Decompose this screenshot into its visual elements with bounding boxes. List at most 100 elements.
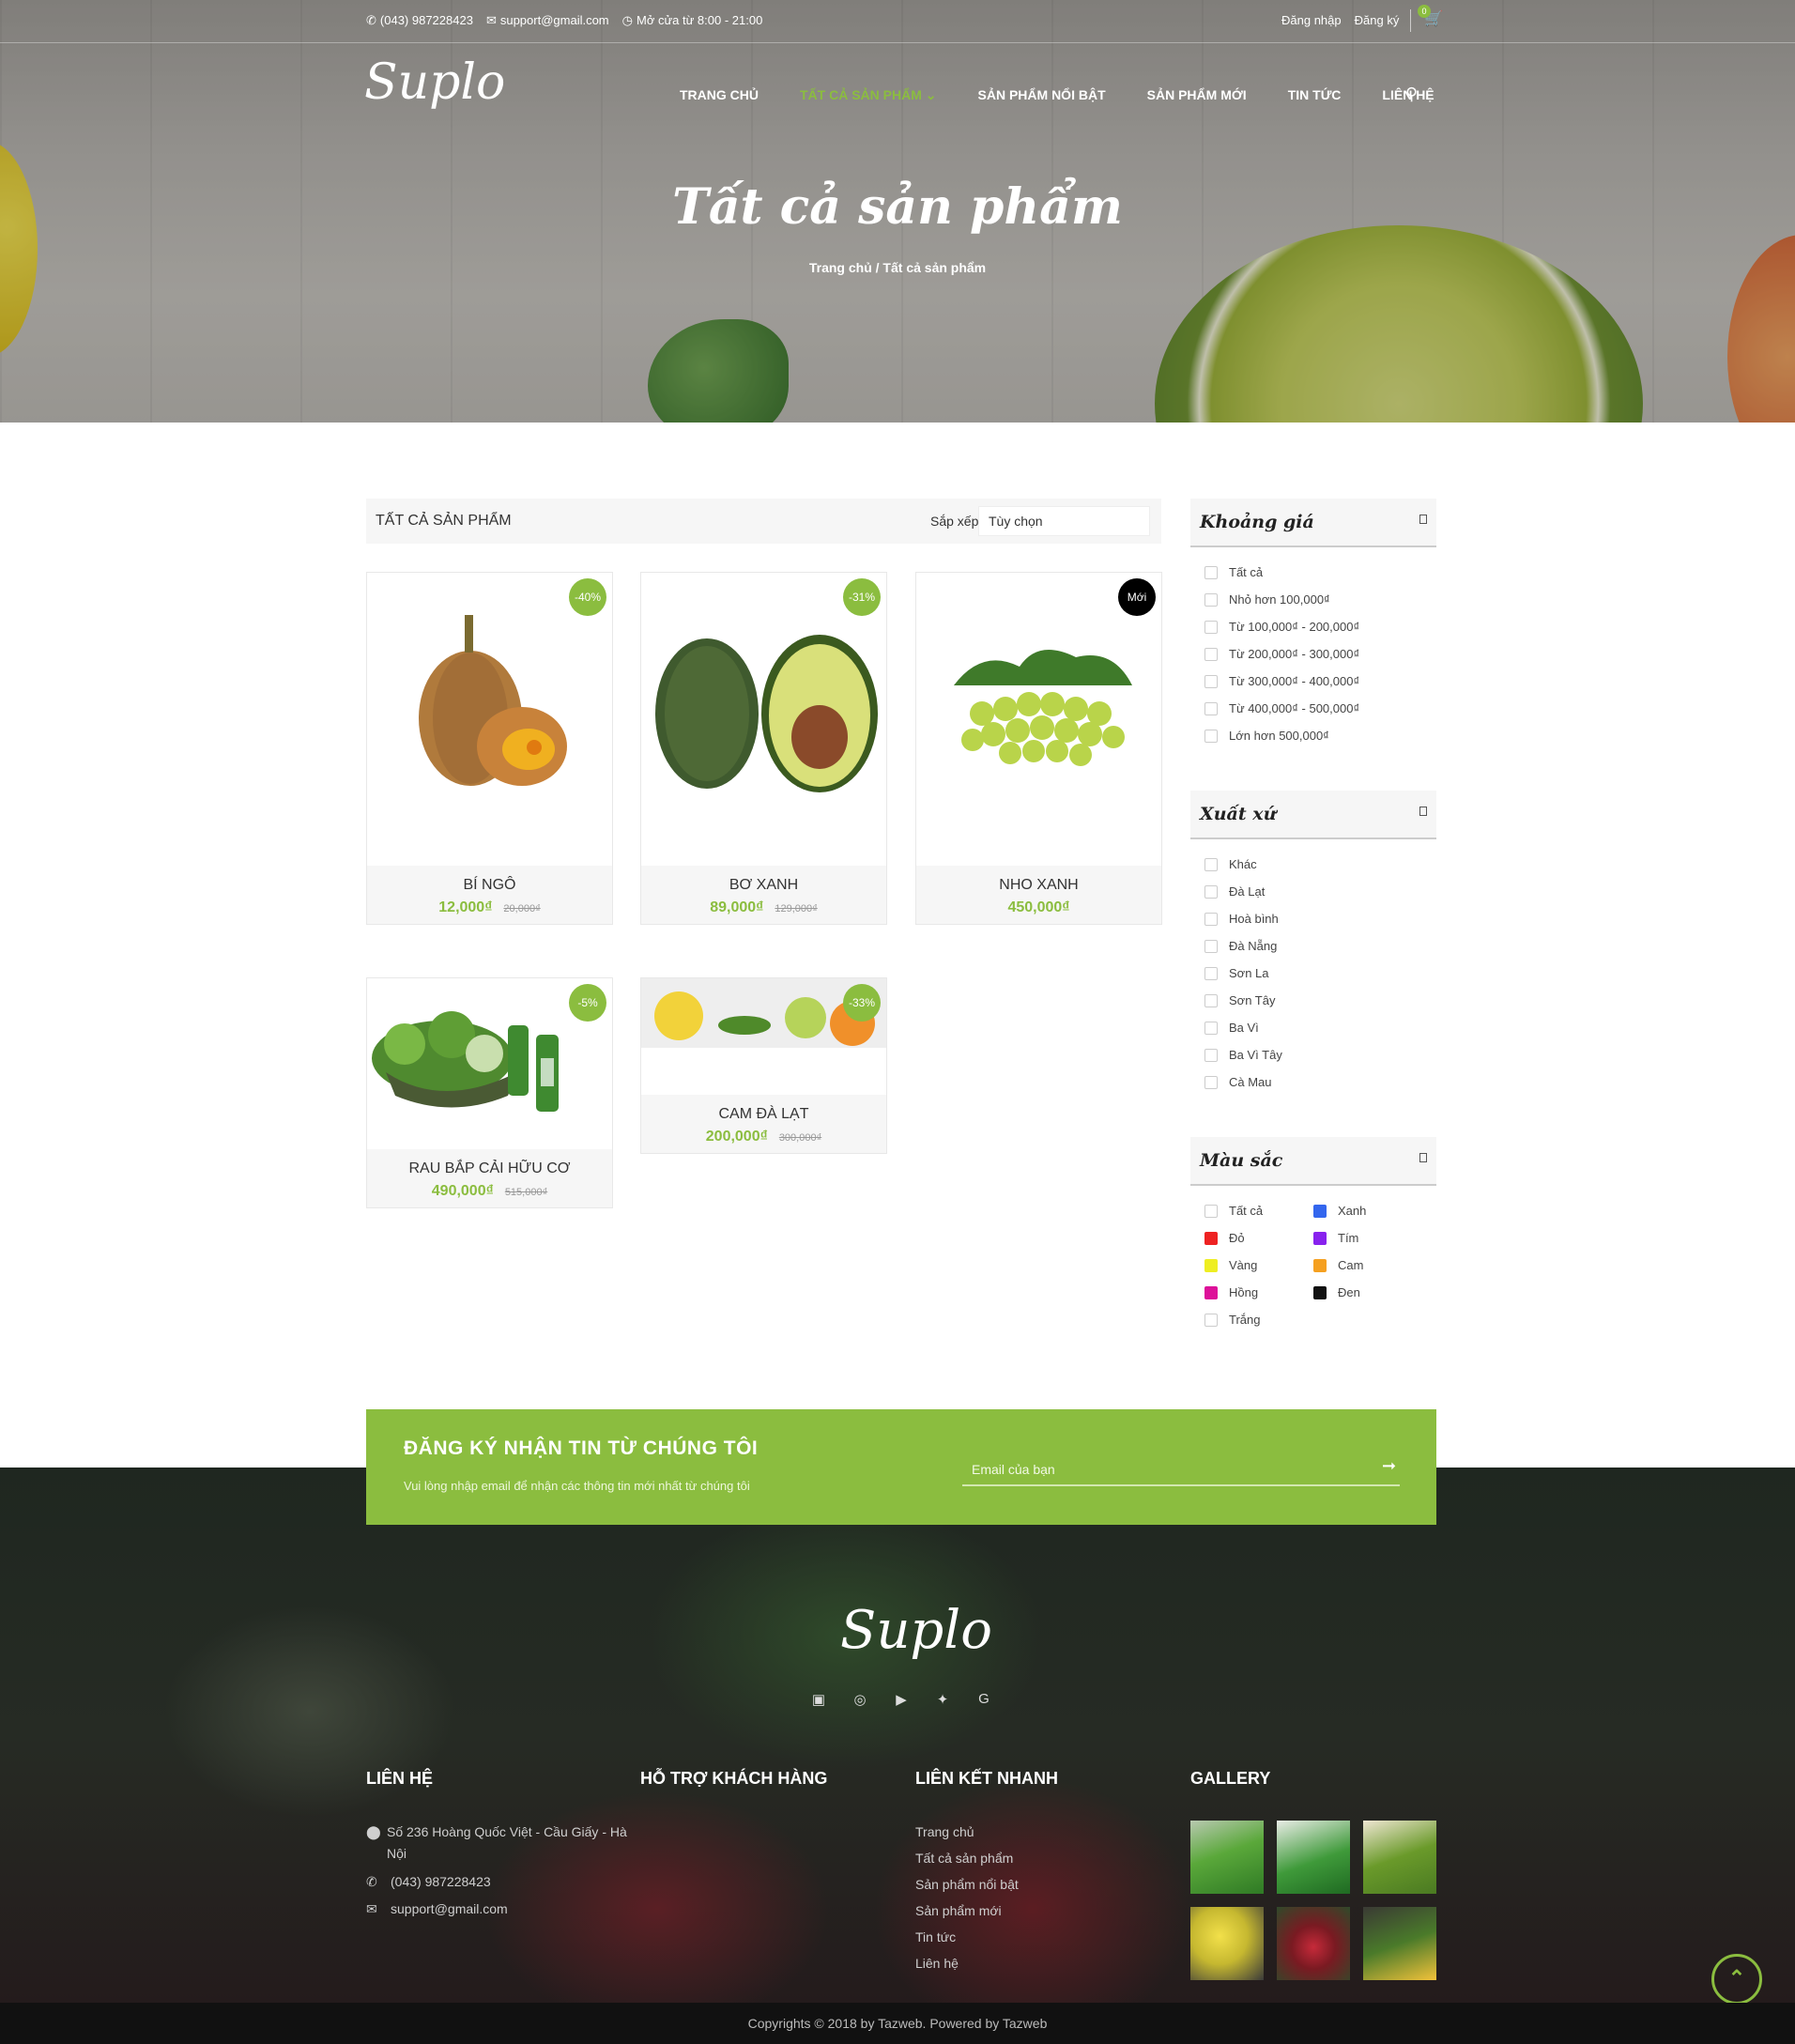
color-option[interactable]: Trắng <box>1204 1313 1260 1327</box>
color-option[interactable]: Đen <box>1313 1285 1360 1299</box>
collapse-icon[interactable] <box>1419 515 1427 524</box>
checkbox[interactable] <box>1204 1048 1218 1062</box>
checkbox[interactable] <box>1204 647 1218 661</box>
instagram-icon[interactable]: ◎ <box>851 1691 869 1710</box>
footer-link[interactable]: Tin tức <box>915 1929 956 1944</box>
newsletter-email-input[interactable] <box>962 1454 1400 1486</box>
color-swatch[interactable] <box>1313 1231 1327 1245</box>
checkbox[interactable] <box>1204 1313 1218 1327</box>
scroll-to-top-button[interactable]: ⌃ <box>1711 1954 1762 2005</box>
color-option[interactable]: Cam <box>1313 1258 1363 1272</box>
site-logo[interactable]: Suplo <box>364 54 505 111</box>
youtube-icon[interactable]: ▶ <box>892 1691 911 1710</box>
search-icon[interactable]: ⚲ <box>1405 85 1418 104</box>
price-option[interactable]: Tất cả <box>1204 565 1263 579</box>
product-name[interactable]: CAM ĐÀ LẠT <box>641 1106 886 1123</box>
checkbox[interactable] <box>1204 993 1218 1007</box>
footer-email[interactable]: support@gmail.com <box>391 1901 508 1916</box>
checkbox[interactable] <box>1204 939 1218 953</box>
color-option[interactable]: Xanh <box>1313 1204 1366 1218</box>
color-option[interactable]: Tím <box>1313 1231 1358 1245</box>
nav-item-home[interactable]: TRANG CHỦ <box>680 87 759 103</box>
product-name[interactable]: NHO XANH <box>916 877 1161 894</box>
origin-option[interactable]: Hoà bình <box>1204 912 1279 926</box>
color-option[interactable]: Tất cả <box>1204 1204 1263 1218</box>
nav-item-all-products[interactable]: TẤT CẢ SẢN PHẨM ⌄ <box>800 87 937 103</box>
footer-link[interactable]: Sản phẩm nổi bật <box>915 1877 1019 1892</box>
color-option[interactable]: Hồng <box>1204 1285 1258 1299</box>
price-option[interactable]: Lớn hơn 500,000₫ <box>1204 729 1329 743</box>
checkbox[interactable] <box>1204 592 1218 607</box>
checkbox[interactable] <box>1204 565 1218 579</box>
gallery-image[interactable] <box>1363 1907 1436 1980</box>
checkbox[interactable] <box>1204 966 1218 980</box>
color-swatch[interactable] <box>1204 1285 1218 1299</box>
gallery-image[interactable] <box>1363 1821 1436 1894</box>
origin-option[interactable]: Đà Nẵng <box>1204 939 1277 953</box>
origin-option[interactable]: Ba Vì <box>1204 1021 1259 1035</box>
product-image[interactable]: -33% <box>641 978 886 1095</box>
color-swatch[interactable] <box>1204 1231 1218 1245</box>
gallery-image[interactable] <box>1277 1907 1350 1980</box>
footer-logo[interactable]: Suplo <box>840 1600 992 1661</box>
checkbox[interactable] <box>1204 729 1218 743</box>
origin-option[interactable]: Sơn La <box>1204 966 1269 980</box>
gallery-image[interactable] <box>1190 1907 1264 1980</box>
google-plus-icon[interactable]: G <box>974 1691 993 1710</box>
checkbox[interactable] <box>1204 620 1218 634</box>
footer-link[interactable]: Tất cả sản phẩm <box>915 1851 1013 1866</box>
footer-link[interactable]: Liên hệ <box>915 1956 959 1971</box>
nav-item-new[interactable]: SẢN PHẨM MỚI <box>1147 87 1247 103</box>
color-swatch[interactable] <box>1313 1258 1327 1272</box>
price-option[interactable]: Từ 400,000₫ - 500,000₫ <box>1204 701 1359 715</box>
collapse-icon[interactable] <box>1419 807 1427 816</box>
checkbox[interactable] <box>1204 674 1218 688</box>
checkbox[interactable] <box>1204 884 1218 899</box>
footer-link[interactable]: Sản phẩm mới <box>915 1903 1002 1918</box>
checkbox[interactable] <box>1204 857 1218 871</box>
register-link[interactable]: Đăng ký <box>1355 13 1400 27</box>
price-option[interactable]: Từ 300,000₫ - 400,000₫ <box>1204 674 1359 688</box>
collapse-icon[interactable] <box>1419 1153 1427 1162</box>
product-image[interactable]: -40% <box>367 573 612 866</box>
origin-option[interactable]: Khác <box>1204 857 1257 871</box>
product-name[interactable]: BÍ NGÔ <box>367 877 612 894</box>
facebook-icon[interactable]: ▣ <box>809 1691 828 1710</box>
color-swatch[interactable] <box>1313 1285 1327 1299</box>
checkbox[interactable] <box>1204 912 1218 926</box>
origin-option[interactable]: Cà Mau <box>1204 1075 1272 1089</box>
color-swatch[interactable] <box>1313 1204 1327 1218</box>
checkbox[interactable] <box>1204 1204 1218 1218</box>
gallery-image[interactable] <box>1277 1821 1350 1894</box>
checkbox[interactable] <box>1204 1021 1218 1035</box>
color-swatch[interactable] <box>1204 1258 1218 1272</box>
email-info[interactable]: ✉ support@gmail.com <box>486 13 609 28</box>
checkbox[interactable] <box>1204 1075 1218 1089</box>
product-image[interactable]: -31% <box>641 573 886 866</box>
sort-select[interactable]: Tùy chọn <box>978 506 1150 536</box>
color-option[interactable]: Vàng <box>1204 1258 1257 1272</box>
origin-option[interactable]: Đà Lạt <box>1204 884 1265 899</box>
product-image[interactable]: -5% <box>367 978 612 1149</box>
arrow-right-icon[interactable]: ➞ <box>1382 1456 1396 1476</box>
product-card[interactable]: -5% RAU BẮP CẢI HỮU CƠ 490,000₫ 515,000₫ <box>366 977 613 1208</box>
nav-item-news[interactable]: TIN TỨC <box>1288 87 1342 103</box>
price-option[interactable]: Nhỏ hơn 100,000₫ <box>1204 592 1330 607</box>
footer-link[interactable]: Trang chủ <box>915 1824 974 1839</box>
color-option[interactable]: Đỏ <box>1204 1231 1245 1245</box>
product-card[interactable]: -33% CAM ĐÀ LẠT 200,000₫ 300,000₫ <box>640 977 887 1154</box>
gallery-image[interactable] <box>1190 1821 1264 1894</box>
origin-option[interactable]: Ba Vì Tây <box>1204 1048 1282 1062</box>
product-card[interactable]: -40% BÍ NGÔ 12,000₫ 20,000₫ <box>366 572 613 925</box>
product-card[interactable]: Mới NHO XANH 450,000₫ <box>915 572 1162 925</box>
product-name[interactable]: BƠ XANH <box>641 877 886 894</box>
price-option[interactable]: Từ 100,000₫ - 200,000₫ <box>1204 620 1359 634</box>
login-link[interactable]: Đăng nhập <box>1281 13 1342 27</box>
product-name[interactable]: RAU BẮP CẢI HỮU CƠ <box>367 1160 612 1177</box>
origin-option[interactable]: Sơn Tây <box>1204 993 1275 1007</box>
product-image[interactable]: Mới <box>916 573 1161 866</box>
twitter-icon[interactable]: ✦ <box>933 1691 952 1710</box>
price-option[interactable]: Từ 200,000₫ - 300,000₫ <box>1204 647 1359 661</box>
nav-item-featured[interactable]: SẢN PHẨM NỔI BẬT <box>978 87 1106 103</box>
product-card[interactable]: -31% BƠ XANH 89,000₫ 129,000₫ <box>640 572 887 925</box>
